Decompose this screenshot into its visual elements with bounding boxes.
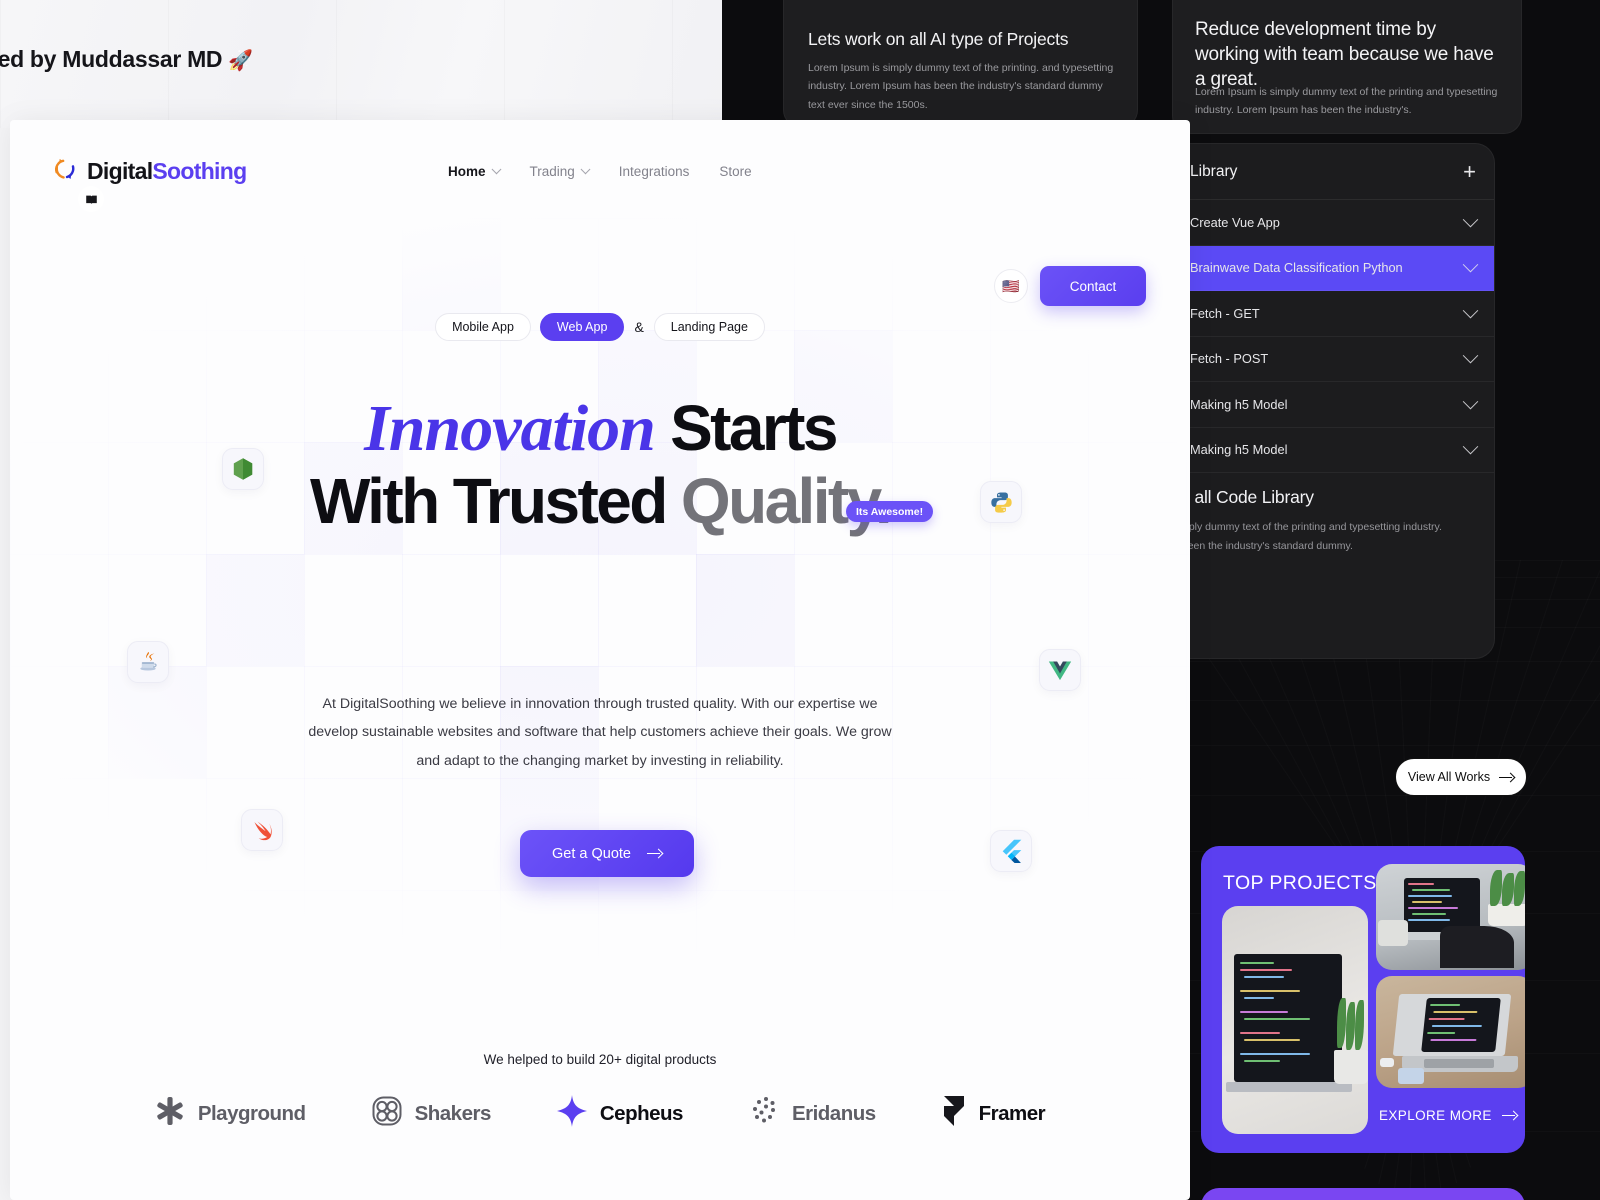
dots-spiral-icon — [749, 1096, 779, 1131]
navbar: DigitalSoothing Home Trading Integrations S… — [10, 120, 1190, 228]
client-logo-framer: Framer — [942, 1095, 1046, 1132]
swift-icon — [241, 809, 283, 851]
logo[interactable]: DigitalSoothing — [52, 156, 247, 187]
top-projects-next-card — [1201, 1188, 1525, 1200]
book-icon — [78, 186, 104, 212]
pill-landing-page[interactable]: Landing Page — [653, 313, 765, 341]
java-icon — [127, 641, 169, 683]
nav-link-trading[interactable]: Trading — [529, 164, 591, 179]
chevron-down-icon[interactable] — [1462, 211, 1479, 228]
designer-credit: igned by Muddassar MD 🚀 — [0, 46, 253, 73]
project-photo-main — [1222, 906, 1368, 1134]
client-name: Framer — [978, 1101, 1046, 1125]
client-name: Playground — [197, 1101, 306, 1125]
arrow-right-icon — [1499, 773, 1514, 782]
reduce-time-card: Reduce development time by working with … — [1172, 0, 1522, 134]
get-a-quote-button[interactable]: Get a Quote — [520, 830, 694, 877]
client-logo-playground: Playground — [155, 1096, 306, 1131]
library-item-label: Fetch - POST — [1190, 351, 1269, 367]
pill-mobile-app[interactable]: Mobile App — [435, 313, 531, 341]
contact-button[interactable]: Contact — [1040, 266, 1146, 306]
designer-credit-text: igned by Muddassar MD — [0, 46, 223, 72]
logo-text-primary: Digital — [87, 158, 153, 184]
clients-note: We helped to build 20+ digital products — [483, 1052, 717, 1067]
nav-link-home[interactable]: Home — [448, 164, 501, 179]
nav-link-integrations[interactable]: Integrations — [619, 164, 690, 179]
chevron-down-icon[interactable] — [491, 164, 501, 175]
headline-word-starts: Starts — [670, 392, 838, 464]
library-item-label: Making h5 Model — [1190, 442, 1288, 458]
client-logo-eridanus: Eridanus — [749, 1096, 876, 1131]
four-circles-icon — [372, 1096, 402, 1131]
flutter-icon — [990, 830, 1032, 872]
nav-link-label: Home — [448, 164, 486, 179]
client-name: Cepheus — [599, 1101, 684, 1125]
chevron-down-icon[interactable] — [1462, 348, 1479, 364]
client-logo-shakers: Shakers — [372, 1096, 491, 1131]
project-photo-bottom — [1376, 976, 1525, 1088]
library-item-label: Create Vue App — [1190, 214, 1280, 230]
arrow-right-icon — [1501, 1111, 1517, 1120]
chevron-down-icon[interactable] — [1462, 257, 1479, 273]
nav-link-store[interactable]: Store — [719, 164, 751, 179]
nav-link-label: Store — [719, 164, 752, 179]
hero-pills: Mobile App Web App & Landing Page — [10, 313, 1190, 341]
asterisk-icon — [155, 1096, 185, 1131]
nav-links: Home Trading Integrations Store — [448, 164, 752, 179]
nav-link-label: Trading — [529, 164, 575, 179]
explore-more-button[interactable]: EXPLORE MORE — [1379, 1108, 1517, 1123]
client-logo-cepheus: Cepheus — [556, 1095, 684, 1132]
pill-web-app[interactable]: Web App — [539, 313, 625, 341]
library-item-label: Making h5 Model — [1190, 396, 1288, 412]
circular-arrows-icon — [52, 156, 78, 187]
ai-projects-card: model = load_model(model_path) Lets work… — [783, 0, 1138, 128]
nav-link-label: Integrations — [618, 164, 690, 179]
top-projects-card: TOP PROJECTS EXPLORE MORE — [1201, 846, 1525, 1153]
chevron-down-icon[interactable] — [1462, 439, 1479, 455]
rocket-icon: 🚀 — [228, 50, 253, 72]
view-all-works-label: View All Works — [1407, 770, 1491, 784]
library-item-label: Brainwave Data Classification Python — [1190, 260, 1403, 276]
pill-separator: & — [634, 319, 644, 335]
logo-text-secondary: Soothing — [152, 158, 247, 184]
client-name: Shakers — [414, 1101, 492, 1125]
chevron-down-icon[interactable] — [1462, 302, 1479, 319]
its-awesome-badge: Its Awesome! — [846, 501, 934, 522]
chevron-down-icon[interactable] — [580, 164, 591, 175]
us-flag-icon[interactable]: 🇺🇸 — [994, 269, 1028, 303]
get-a-quote-label: Get a Quote — [552, 845, 631, 862]
library-add-button[interactable]: + — [1463, 160, 1476, 183]
headline-word-with-trusted: With Trusted — [309, 464, 681, 537]
library-item-label: Fetch - GET — [1190, 305, 1260, 321]
chevron-down-icon[interactable] — [1462, 393, 1479, 410]
vuejs-icon — [1039, 649, 1081, 691]
arrow-right-icon — [647, 849, 662, 858]
headline-word-innovation: Innovation — [364, 392, 656, 465]
view-all-works-button[interactable]: View All Works — [1395, 758, 1527, 796]
hero-paragraph: At DigitalSoothing we believe in innovat… — [308, 696, 892, 769]
reduce-card-title: Reduce development time by working with … — [1195, 19, 1494, 91]
reduce-card-body: Lorem Ipsum is simply dummy text of the … — [1195, 86, 1498, 117]
framer-icon — [942, 1095, 966, 1132]
python-icon — [980, 481, 1022, 523]
library-title: Library — [1190, 162, 1238, 180]
client-name: Eridanus — [791, 1101, 876, 1125]
ai-card-title: Lets work on all AI type of Projects — [808, 29, 1069, 49]
ai-card-body: Lorem Ipsum is simply dummy text of the … — [808, 62, 1114, 111]
top-projects-label: TOP PROJECTS — [1223, 872, 1377, 894]
sparkle-icon — [556, 1095, 587, 1132]
clients-logo-strip: Playground Shakers Cepheus Eridanus Framer — [10, 1095, 1190, 1132]
project-photo-top — [1376, 864, 1525, 970]
nodejs-icon — [222, 448, 264, 490]
hero-panel: DigitalSoothing Home Trading Integrations S… — [10, 120, 1190, 1200]
explore-more-label: EXPLORE MORE — [1379, 1108, 1492, 1123]
